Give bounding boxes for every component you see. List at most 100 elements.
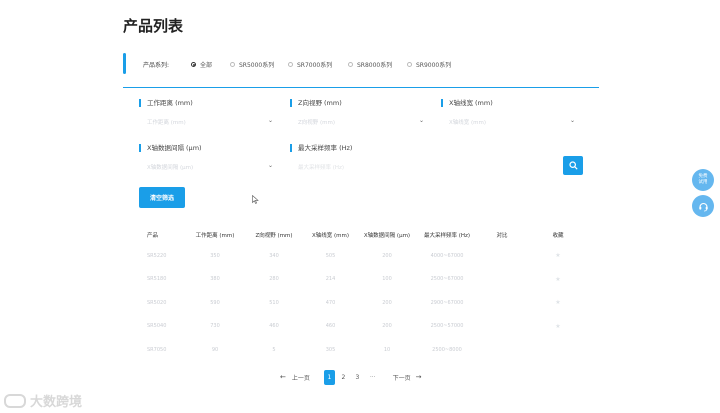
radio-label: 全部 bbox=[200, 62, 213, 69]
filter-label: X轴数据间隔 (μm) bbox=[139, 144, 276, 152]
series-accent-bar bbox=[123, 53, 126, 74]
radio-label: SR7000系列 bbox=[297, 62, 333, 69]
series-label: 产品系列: bbox=[143, 62, 170, 69]
page-title: 产品列表 bbox=[123, 17, 184, 35]
table-row[interactable]: SR7050 90 5 305 10 2500~8000 bbox=[130, 338, 590, 362]
cell-max-freq: 2900~67000 bbox=[430, 299, 464, 306]
radio-sr8000[interactable]: SR8000系列 bbox=[348, 60, 392, 69]
radio-dot bbox=[230, 62, 235, 67]
filter-z-range: Z向视野 (mm) Z向视野 (mm) ⌄ bbox=[290, 99, 427, 129]
cell-x-width: 460 bbox=[325, 323, 336, 330]
cell-working-distance: 90 bbox=[211, 346, 219, 353]
cell-z-range: 340 bbox=[269, 252, 279, 259]
radio-label: SR9000系列 bbox=[416, 62, 452, 69]
customer-service-float-button[interactable] bbox=[692, 195, 714, 217]
max-freq-max-input[interactable] bbox=[441, 160, 578, 174]
product-link[interactable]: SR5040 bbox=[130, 323, 185, 329]
col-header-product: 产品 bbox=[147, 233, 159, 239]
clear-filters-button[interactable]: 清空筛选 bbox=[139, 187, 185, 208]
float-label-line2: 试用 bbox=[698, 180, 708, 185]
cell-z-range: 460 bbox=[269, 323, 279, 330]
radio-dot bbox=[348, 62, 353, 67]
radio-sr7000[interactable]: SR7000系列 bbox=[288, 60, 332, 69]
table-header: 产品 工作距离 (mm) Z向视野 (mm) X轴线宽 (mm) X轴数据间隔 … bbox=[130, 226, 590, 244]
table-row[interactable]: SR5020 590 510 470 200 2900~67000 ★ bbox=[130, 291, 590, 315]
product-link[interactable]: SR5180 bbox=[130, 276, 185, 282]
radio-all[interactable]: 全部 bbox=[191, 60, 212, 69]
col-header-max-freq: 最大采样频率 (Hz) bbox=[423, 233, 471, 239]
col-header-z-range: Z向视野 (mm) bbox=[255, 233, 293, 239]
search-button[interactable] bbox=[563, 156, 583, 175]
favorite-star-icon[interactable]: ★ bbox=[526, 252, 590, 259]
radio-sr5000[interactable]: SR5000系列 bbox=[230, 60, 274, 69]
filter-x-width: X轴线宽 (mm) X轴线宽 (mm) ⌄ bbox=[441, 99, 578, 129]
x-interval-select[interactable]: X轴数据间隔 (μm) ⌄ bbox=[139, 160, 276, 174]
cell-x-interval: 100 bbox=[382, 276, 392, 283]
product-link[interactable]: SR5220 bbox=[130, 253, 185, 259]
radio-dot bbox=[288, 62, 293, 67]
working-distance-select[interactable]: 工作距离 (mm) ⌄ bbox=[139, 115, 276, 129]
cell-x-width: 470 bbox=[325, 299, 336, 306]
cell-max-freq: 4000~67000 bbox=[430, 252, 464, 259]
favorite-star-icon[interactable]: ★ bbox=[526, 299, 590, 306]
cell-working-distance: 380 bbox=[210, 276, 220, 283]
filter-label: X轴线宽 (mm) bbox=[441, 99, 578, 107]
filter-max-freq: 最大采样频率 (Hz) 最大采样频率 (Hz) bbox=[290, 144, 427, 174]
col-header-compare: 对比 bbox=[496, 233, 508, 239]
product-link[interactable]: SR5020 bbox=[130, 300, 185, 306]
chevron-down-icon: ⌄ bbox=[418, 117, 424, 124]
cell-x-width: 305 bbox=[325, 346, 336, 353]
select-placeholder: Z向视野 (mm) bbox=[298, 120, 336, 126]
chevron-down-icon: ⌄ bbox=[267, 162, 273, 169]
watermark-text: 大数跨境 bbox=[30, 395, 83, 410]
cell-z-range: 280 bbox=[269, 276, 279, 283]
mouse-cursor-icon bbox=[252, 195, 259, 204]
page-1-button[interactable]: 1 bbox=[323, 369, 335, 385]
product-link[interactable]: SR7050 bbox=[130, 347, 185, 353]
x-width-select[interactable]: X轴线宽 (mm) ⌄ bbox=[441, 115, 578, 129]
arrow-right-icon[interactable]: → bbox=[416, 373, 422, 381]
filter-label: Z向视野 (mm) bbox=[290, 99, 427, 107]
page-ellipsis: ··· bbox=[369, 373, 376, 381]
radio-label: SR5000系列 bbox=[239, 62, 275, 69]
input-placeholder: 最大采样频率 (Hz) bbox=[298, 165, 345, 171]
cell-working-distance: 730 bbox=[210, 323, 220, 330]
page-2-button[interactable]: 2 bbox=[338, 370, 349, 385]
filter-label: 最大采样频率 (Hz) bbox=[290, 144, 427, 152]
select-placeholder: 工作距离 (mm) bbox=[147, 120, 186, 126]
filter-label: 工作距离 (mm) bbox=[139, 99, 276, 107]
cell-x-interval: 200 bbox=[382, 252, 392, 259]
radio-dot bbox=[407, 62, 412, 67]
z-range-select[interactable]: Z向视野 (mm) ⌄ bbox=[290, 115, 427, 129]
page-3-button[interactable]: 3 bbox=[352, 370, 363, 385]
free-trial-float-button[interactable]: 免费 试用 bbox=[692, 169, 714, 191]
filter-working-distance: 工作距离 (mm) 工作距离 (mm) ⌄ bbox=[139, 99, 276, 129]
cell-working-distance: 350 bbox=[210, 252, 220, 259]
filter-x-interval: X轴数据间隔 (μm) X轴数据间隔 (μm) ⌄ bbox=[139, 144, 276, 174]
pagination: ← 上一页 1 2 3 ··· 下一页 → bbox=[280, 369, 422, 385]
headset-icon bbox=[698, 202, 708, 211]
cell-x-width: 214 bbox=[325, 276, 336, 283]
cell-max-freq: 2500~8000 bbox=[432, 346, 462, 353]
max-freq-min-input[interactable]: 最大采样频率 (Hz) bbox=[290, 160, 427, 174]
table-row[interactable]: SR5220 350 340 505 200 4000~67000 ★ bbox=[130, 244, 590, 268]
favorite-star-icon[interactable]: ★ bbox=[526, 323, 590, 330]
prev-page-button[interactable]: 上一页 bbox=[292, 373, 310, 382]
favorite-star-icon[interactable]: ★ bbox=[526, 276, 590, 283]
table-row[interactable]: SR5040 730 460 460 200 2500~57000 ★ bbox=[130, 315, 590, 339]
cell-x-interval: 200 bbox=[382, 299, 392, 306]
select-placeholder: X轴数据间隔 (μm) bbox=[147, 165, 194, 171]
radio-dot bbox=[191, 62, 196, 67]
cell-max-freq: 2500~67000 bbox=[430, 276, 464, 283]
cell-x-interval: 200 bbox=[382, 323, 392, 330]
next-page-button[interactable]: 下一页 bbox=[393, 373, 411, 382]
chevron-down-icon: ⌄ bbox=[569, 117, 575, 124]
radio-sr9000[interactable]: SR9000系列 bbox=[407, 60, 451, 69]
watermark: 大数跨境 bbox=[4, 391, 82, 410]
radio-label: SR8000系列 bbox=[357, 62, 393, 69]
arrow-left-icon[interactable]: ← bbox=[280, 373, 286, 381]
filter-max-freq-max bbox=[441, 144, 578, 174]
series-filter-bar: 产品系列: 全部 SR5000系列 SR7000系列 SR8000系列 SR90… bbox=[123, 50, 599, 88]
watermark-logo-icon bbox=[4, 393, 26, 408]
table-row[interactable]: SR5180 380 280 214 100 2500~67000 ★ bbox=[130, 268, 590, 292]
